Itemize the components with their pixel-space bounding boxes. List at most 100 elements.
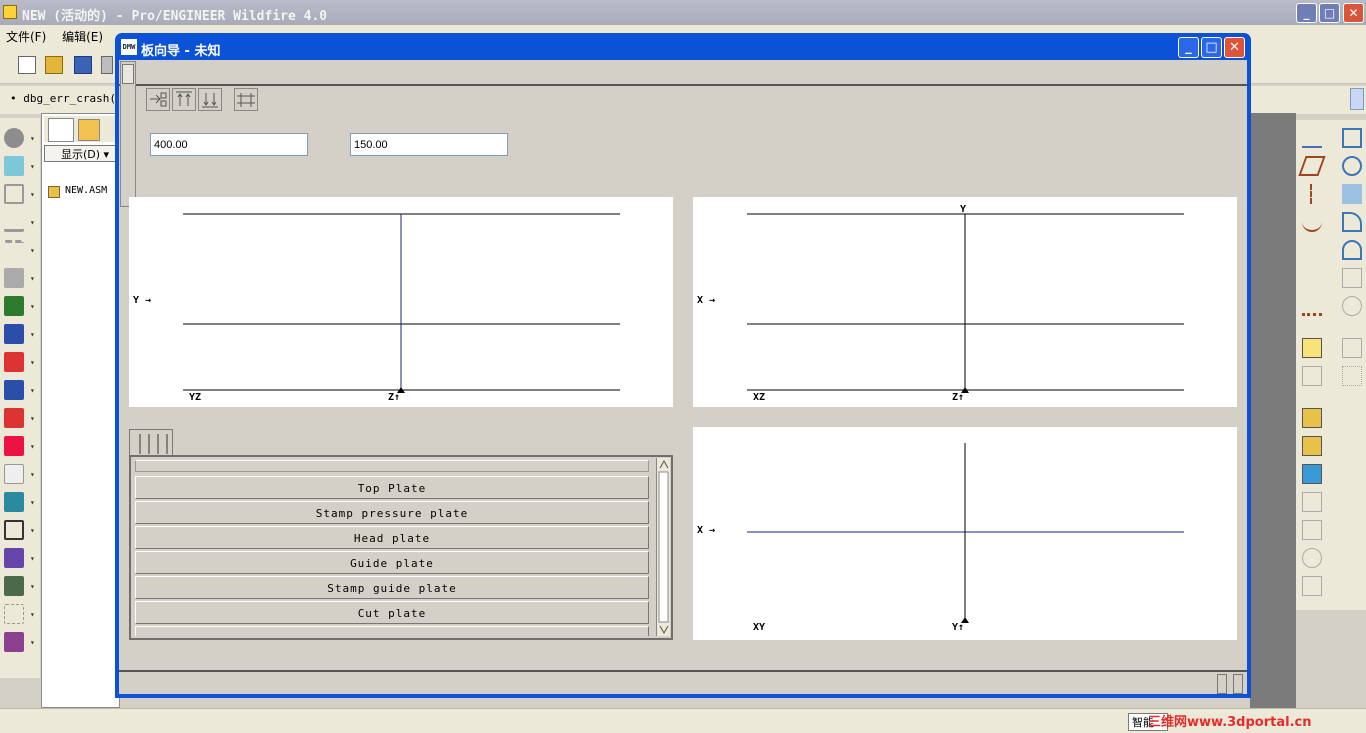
axis-icon[interactable]: [1302, 184, 1312, 204]
film-icon[interactable]: [4, 492, 24, 512]
library-icon[interactable]: [4, 632, 24, 652]
mirror-icon[interactable]: [1342, 268, 1362, 288]
model-tree-tab-icon[interactable]: [48, 118, 74, 142]
punch-icon[interactable]: [4, 380, 24, 400]
csys-icon[interactable]: [1302, 268, 1322, 288]
xz-bottom-axis-label: Z↑: [952, 392, 965, 403]
book-edit-icon[interactable]: [4, 548, 24, 568]
pencil-icon[interactable]: [4, 212, 24, 232]
folder-tab-icon[interactable]: [78, 119, 100, 141]
tree-item-new-asm[interactable]: NEW.ASM: [65, 185, 107, 196]
tool-icon[interactable]: [4, 268, 24, 288]
edit-red-icon[interactable]: [4, 436, 24, 456]
datum-plane-icon[interactable]: [1302, 128, 1322, 148]
message-text: • dbg_err_crash(): [10, 92, 123, 105]
spin-icon[interactable]: [1342, 156, 1362, 176]
xy-view-panel[interactable]: X → XY Y↑: [693, 427, 1237, 640]
chamfer-icon[interactable]: [1302, 520, 1322, 540]
app-icon: [3, 5, 17, 19]
print-icon[interactable]: [101, 56, 113, 74]
show-dropdown[interactable]: 显示(D) ▾: [44, 145, 120, 162]
dialog-tab-strip: [119, 60, 1247, 86]
component-icon[interactable]: [4, 128, 24, 148]
plate-icon[interactable]: [4, 324, 24, 344]
main-title-bar: NEW (活动的) - Pro/ENGINEER Wildfire 4.0: [0, 0, 1366, 25]
save-icon[interactable]: [74, 56, 92, 74]
plate-button-partial[interactable]: [135, 626, 649, 636]
close-button[interactable]: ✕: [1343, 3, 1364, 23]
grid-icon[interactable]: [4, 604, 24, 624]
point-icon[interactable]: [1302, 240, 1322, 260]
dialog-vertical-scrollbar[interactable]: [120, 61, 136, 207]
window-title: NEW (活动的) - Pro/ENGINEER Wildfire 4.0: [22, 9, 328, 24]
plane-icon[interactable]: [1298, 156, 1326, 176]
yz-view-panel[interactable]: Y → YZ Z↑: [129, 197, 673, 407]
left-toolbar: ▾ ▾ ▾ ▾ ▾ ▾ ▾ ▾ ▾ ▾ ▾ ▾ ▾ ▾ ▾ ▾ ▾ ▾ ▾: [0, 118, 40, 678]
round-icon[interactable]: [1302, 492, 1322, 512]
draft-icon[interactable]: [1302, 576, 1322, 596]
copy-icon[interactable]: [1342, 338, 1362, 358]
sheet-icon[interactable]: [4, 464, 24, 484]
report-icon[interactable]: [4, 576, 24, 596]
sketch-icon[interactable]: [1342, 184, 1362, 204]
watermark: 三维网www.3dportal.cn: [1148, 715, 1312, 730]
group-icon[interactable]: [1302, 366, 1322, 386]
plate-button-cut-plate[interactable]: Cut plate: [135, 601, 649, 624]
dimension-input-2[interactable]: [350, 133, 508, 156]
dialog-status-bar: [119, 670, 1247, 694]
constraint-icon[interactable]: [4, 184, 24, 204]
rib-icon[interactable]: [1302, 548, 1322, 568]
component-view-icon[interactable]: [1302, 464, 1322, 484]
xy-corner-label: XY: [753, 622, 766, 633]
new-file-icon[interactable]: [18, 56, 36, 74]
layer-icon[interactable]: [4, 156, 24, 176]
curve-icon[interactable]: [1302, 212, 1322, 232]
plate-button-top-plate[interactable]: Top Plate: [135, 476, 649, 499]
new-icon[interactable]: [4, 296, 24, 316]
plate-list-scrollbar[interactable]: [656, 458, 670, 636]
list-tab-strip[interactable]: [129, 429, 173, 456]
dialog-minimize-button[interactable]: _: [1178, 37, 1199, 58]
model-tree-panel: [41, 113, 120, 708]
insert-icon[interactable]: [1302, 408, 1322, 428]
plate-button-guide-plate[interactable]: Guide plate: [135, 551, 649, 574]
table-icon[interactable]: [1342, 366, 1362, 386]
frame-icon[interactable]: [4, 520, 24, 540]
xy-bottom-axis-label: Y↑: [952, 622, 965, 633]
xz-view-panel[interactable]: Y X → XZ Z↑: [693, 197, 1237, 407]
plate-button-stamp-pressure[interactable]: Stamp pressure plate: [135, 501, 649, 524]
pattern-icon[interactable]: [1342, 296, 1362, 316]
graphics-area[interactable]: [1250, 113, 1296, 708]
number-icon[interactable]: [4, 352, 24, 372]
dimension-input-1[interactable]: [150, 133, 308, 156]
rotate-icon[interactable]: [1342, 128, 1362, 148]
align-top-icon[interactable]: [172, 88, 196, 111]
list-partial-row-top: [135, 460, 649, 472]
distribute-icon[interactable]: [234, 88, 258, 111]
maximize-button[interactable]: □: [1319, 3, 1340, 23]
minimize-button[interactable]: _: [1296, 3, 1317, 23]
xz-corner-label: XZ: [753, 392, 766, 403]
yz-side-axis-label: Y →: [133, 295, 152, 306]
menu-edit[interactable]: 编辑(E): [62, 30, 103, 44]
assembly-icon: [48, 186, 60, 198]
xz-side-axis-label: X →: [697, 295, 716, 306]
plate-button-head-plate[interactable]: Head plate: [135, 526, 649, 549]
surface-icon[interactable]: [1342, 212, 1362, 232]
message-scroll[interactable]: [1350, 88, 1364, 110]
analysis-icon[interactable]: [1302, 296, 1322, 316]
menu-file[interactable]: 文件(F): [6, 30, 46, 44]
tool-red-icon[interactable]: [4, 408, 24, 428]
plate-button-stamp-guide[interactable]: Stamp guide plate: [135, 576, 649, 599]
dialog-close-button[interactable]: ✕: [1224, 37, 1245, 58]
align-right-icon[interactable]: [146, 88, 170, 111]
arch-icon[interactable]: [1342, 240, 1362, 260]
right-toolbar: [1296, 120, 1366, 610]
xz-top-axis-label: Y: [960, 204, 967, 215]
note-icon[interactable]: [1302, 338, 1322, 358]
dialog-maximize-button[interactable]: □: [1201, 37, 1222, 58]
insert2-icon[interactable]: [1302, 436, 1322, 456]
ruler-icon[interactable]: [4, 240, 24, 260]
open-folder-icon[interactable]: [45, 56, 63, 74]
align-bottom-icon[interactable]: [198, 88, 222, 111]
